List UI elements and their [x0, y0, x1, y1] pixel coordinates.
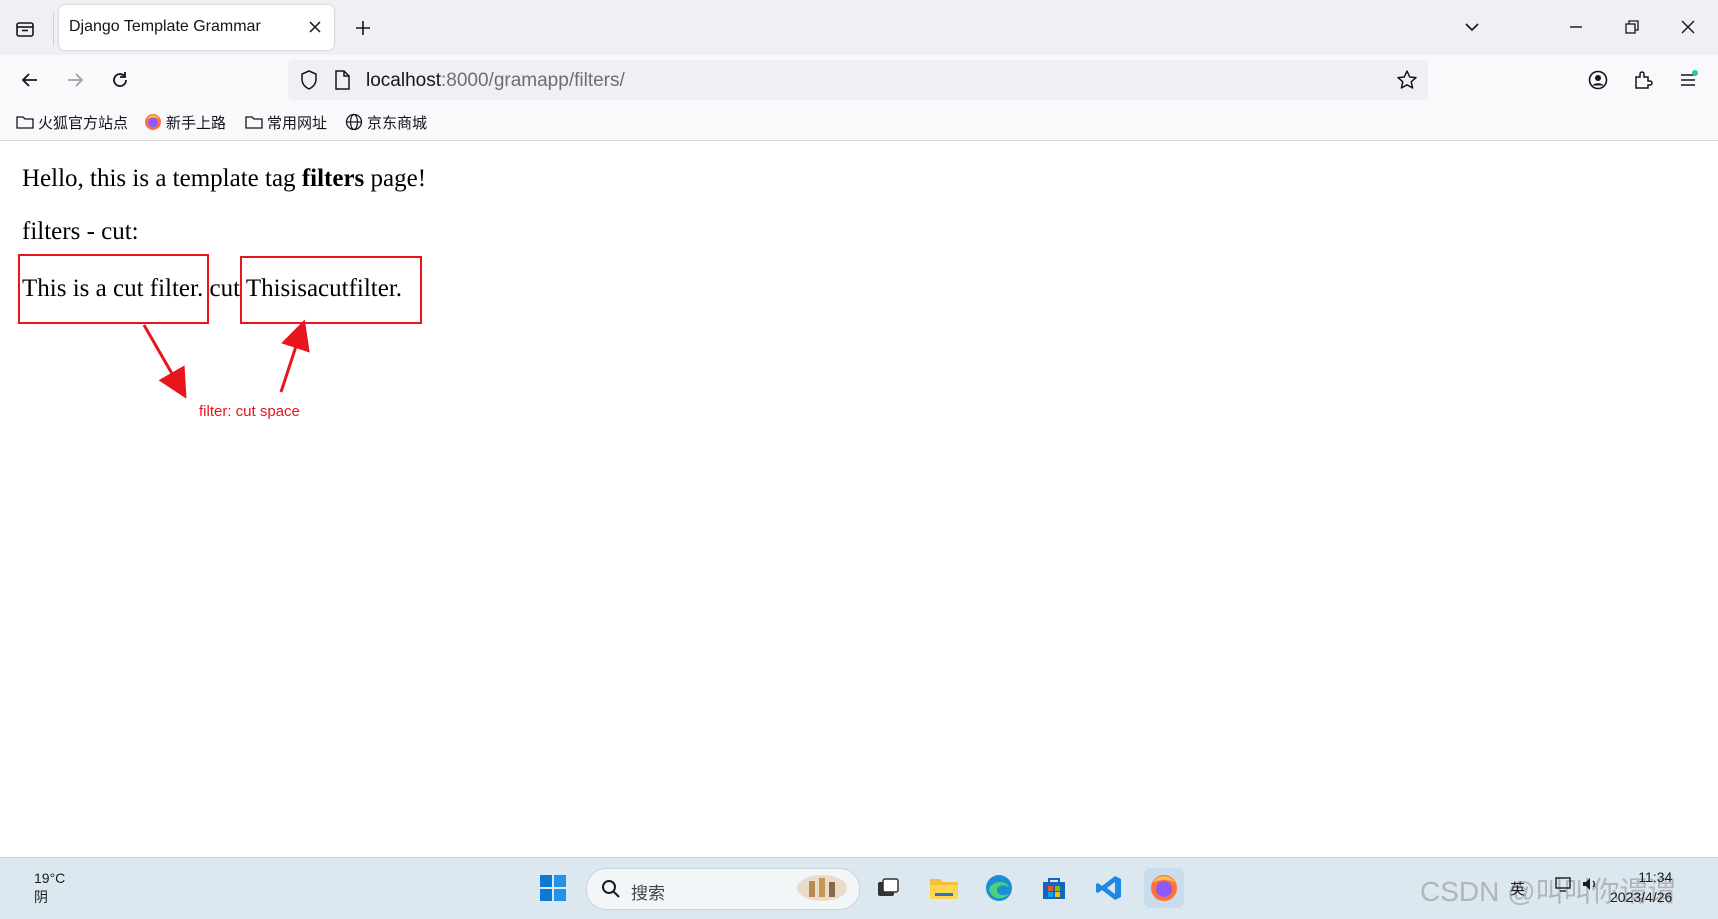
tab-list-icon[interactable]	[10, 14, 40, 44]
annotation-label: filter: cut space	[199, 403, 300, 420]
search-placeholder: 搜索	[631, 884, 665, 903]
clock-date: 2023/4/26	[1610, 889, 1673, 905]
folder-icon	[245, 116, 263, 129]
network-icon[interactable]	[1553, 874, 1573, 898]
page-info-icon[interactable]	[332, 69, 352, 96]
url-host: localhost	[366, 70, 441, 91]
input-language[interactable]: 英	[1510, 878, 1525, 899]
url-text[interactable]: localhost:8000/gramapp/filters/	[366, 70, 625, 92]
file-explorer-icon[interactable]	[924, 868, 964, 908]
weather-temp: 19°C	[34, 870, 66, 886]
search-highlight-icon	[795, 873, 849, 908]
address-bar[interactable]: localhost:8000/gramapp/filters/	[288, 60, 1428, 100]
close-tab-icon[interactable]	[304, 16, 326, 38]
bookmark-label: 新手上路	[166, 114, 227, 132]
extensions-icon[interactable]	[1628, 65, 1658, 95]
close-window-icon[interactable]	[1673, 12, 1703, 42]
edge-icon[interactable]	[979, 868, 1019, 908]
firefox-icon	[145, 114, 161, 130]
bookmark-label: 京东商城	[367, 114, 428, 132]
shield-icon[interactable]	[298, 69, 320, 96]
clock-time: 11:34	[1638, 869, 1673, 885]
weather-widget[interactable]: 19°C 阴	[34, 869, 65, 907]
bookmark-label: 常用网址	[267, 114, 328, 132]
folder-icon	[16, 116, 34, 129]
reload-icon[interactable]	[105, 65, 135, 95]
account-icon[interactable]	[1583, 65, 1613, 95]
bookmark-label: 火狐官方站点	[38, 114, 129, 132]
bookmark-item[interactable]: 新手上路	[144, 112, 226, 132]
tab-separator	[53, 12, 54, 46]
minimize-icon[interactable]	[1561, 12, 1591, 42]
page-content: Hello, this is a template tag filters pa…	[0, 141, 1718, 857]
tab-bar: Django Template Grammar	[0, 0, 1718, 55]
windows-start-icon[interactable]	[533, 868, 573, 908]
arrow-up	[279, 319, 310, 393]
store-icon[interactable]	[1034, 868, 1074, 908]
active-tab[interactable]: Django Template Grammar	[59, 5, 334, 50]
vscode-icon[interactable]	[1089, 868, 1129, 908]
menu-icon[interactable]	[1673, 65, 1703, 95]
bookmark-item[interactable]: 常用网址	[245, 112, 327, 132]
bookmark-item[interactable]: 火狐官方站点	[16, 112, 128, 132]
tab-title: Django Template Grammar	[69, 18, 261, 35]
arrow-down	[142, 324, 187, 399]
back-icon[interactable]	[15, 65, 45, 95]
firefox-taskbar-icon[interactable]	[1144, 868, 1184, 908]
restore-icon[interactable]	[1617, 12, 1647, 42]
system-clock[interactable]: 11:34 2023/4/26	[1610, 867, 1672, 907]
volume-icon[interactable]	[1580, 874, 1600, 898]
forward-icon[interactable]	[60, 65, 90, 95]
bookmark-star-icon[interactable]	[1396, 69, 1418, 96]
task-view-icon[interactable]	[868, 868, 908, 908]
annotation-arrows	[142, 319, 310, 399]
taskbar-search[interactable]: 搜索	[586, 868, 860, 910]
chevron-down-icon[interactable]	[1457, 12, 1487, 42]
search-icon	[601, 879, 621, 904]
bookmark-item[interactable]: 京东商城	[345, 112, 427, 132]
bookmarks-toolbar: 火狐官方站点 新手上路 常用网址 京东商城	[0, 105, 1718, 141]
navigation-toolbar: localhost:8000/gramapp/filters/	[0, 55, 1718, 105]
globe-icon	[345, 113, 363, 131]
new-tab-icon[interactable]	[350, 15, 376, 41]
taskbar: 19°C 阴 搜索 CSDN @叫叫你谓谓 英 11:34 2023/4/26	[0, 857, 1718, 919]
url-path: :8000/gramapp/filters/	[441, 70, 625, 91]
weather-desc: 阴	[34, 889, 48, 905]
